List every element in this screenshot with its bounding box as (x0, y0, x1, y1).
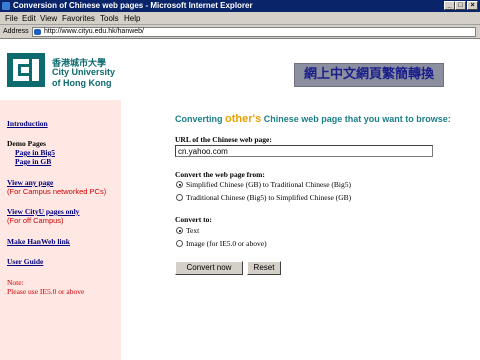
sidebar-link-introduction[interactable]: Introduction (7, 119, 48, 128)
sidebar-view-cityu-note: (For off Campus) (7, 216, 64, 225)
radio-big5-to-gb[interactable] (176, 194, 183, 201)
address-url: http://www.cityu.edu.hk/hanweb/ (44, 28, 144, 35)
page-icon (34, 29, 41, 35)
address-input[interactable]: http://www.cityu.edu.hk/hanweb/ (32, 27, 476, 37)
radio-gb-to-big5-label[interactable]: Simplified Chinese (GB) to Traditional C… (186, 180, 351, 189)
convert-now-button[interactable]: Convert now (175, 261, 243, 275)
maximize-button[interactable]: □ (455, 1, 466, 10)
radio-text-label[interactable]: Text (186, 226, 199, 235)
form-heading-post: Chinese web page that you want to browse… (261, 114, 451, 124)
reset-button[interactable]: Reset (247, 261, 281, 275)
radio-image[interactable] (176, 240, 183, 247)
sidebar-link-view-cityu[interactable]: View CityU pages only (7, 207, 79, 216)
menu-tools[interactable]: Tools (100, 12, 119, 25)
sidebar-view-any-note: (For Campus networked PCs) (7, 187, 107, 196)
form-heading-pre: Converting (175, 114, 226, 124)
radio-gb-to-big5[interactable] (176, 181, 183, 188)
menu-bar: File Edit View Favorites Tools Help (0, 12, 480, 25)
convert-to-label: Convert to: (175, 215, 212, 224)
radio-text[interactable] (176, 227, 183, 234)
menu-edit[interactable]: Edit (22, 12, 36, 25)
address-label: Address (3, 28, 29, 35)
hanweb-banner: 網上中文網頁繁簡轉換 (294, 63, 444, 87)
sidebar-link-user-guide[interactable]: User Guide (7, 257, 43, 266)
minimize-button[interactable]: _ (444, 1, 455, 10)
sidebar-link-view-any-page[interactable]: View any page (7, 178, 53, 187)
convert-from-label: Convert the web page from: (175, 170, 265, 179)
cityu-logo-icon (7, 53, 45, 87)
url-label: URL of the Chinese web page: (175, 135, 272, 144)
conversion-form: Converting other's Chinese web page that… (121, 100, 480, 360)
menu-file[interactable]: File (5, 12, 18, 25)
address-bar: Address http://www.cityu.edu.hk/hanweb/ (0, 25, 480, 39)
close-button[interactable]: × (467, 1, 478, 10)
university-name-en-2: of Hong Kong (52, 78, 112, 88)
menu-help[interactable]: Help (124, 12, 140, 25)
url-input[interactable] (175, 145, 433, 157)
sidebar-link-page-gb[interactable]: Page in GB (15, 157, 51, 166)
sidebar-note-text: Please use IE5.0 or above (7, 287, 85, 296)
menu-favorites[interactable]: Favorites (62, 12, 95, 25)
menu-view[interactable]: View (40, 12, 57, 25)
page-header: 香港城市大學 City University of Hong Kong 網上中文… (0, 39, 480, 100)
sidebar-link-page-big5[interactable]: Page in Big5 (15, 148, 55, 157)
sidebar-link-make-hanweb[interactable]: Make HanWeb link (7, 237, 70, 246)
form-heading-highlight: other's (225, 113, 262, 125)
window-title-bar[interactable]: Conversion of Chinese web pages - Micros… (0, 0, 480, 12)
radio-image-label[interactable]: Image (for IE5.0 or above) (186, 239, 267, 248)
window-title: Conversion of Chinese web pages - Micros… (13, 1, 253, 10)
sidebar: Introduction Demo Pages Page in Big5 Pag… (0, 100, 121, 360)
university-name-en-1: City University (52, 67, 116, 77)
sidebar-demo-pages-label: Demo Pages (7, 139, 46, 148)
ie-icon (2, 2, 10, 10)
form-heading: Converting other's Chinese web page that… (175, 113, 451, 125)
sidebar-note-label: Note: (7, 278, 24, 287)
radio-big5-to-gb-label[interactable]: Traditional Chinese (Big5) to Simplified… (186, 193, 351, 202)
